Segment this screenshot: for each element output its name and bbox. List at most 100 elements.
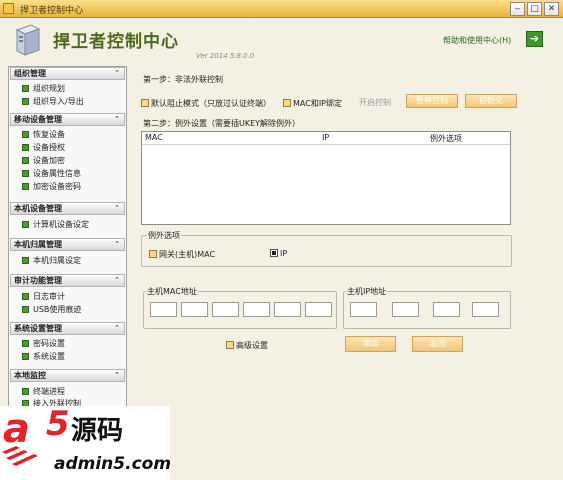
sidebar-section-org[interactable]: 组织管理 ⌃ <box>10 67 125 80</box>
sidebar-item-label: 密码设置 <box>33 339 65 348</box>
host-mac-title: 主机MAC地址 <box>146 286 198 297</box>
column-header-exception[interactable]: 例外选项 <box>430 133 462 144</box>
checkbox-box[interactable] <box>141 99 149 107</box>
item-icon <box>22 98 29 105</box>
back-button[interactable]: 返回 <box>412 336 463 352</box>
sidebar-item-restore[interactable]: 恢复设备 <box>22 129 65 141</box>
item-icon <box>22 340 29 347</box>
ip-octet-1-input[interactable] <box>350 302 377 317</box>
sidebar-item-ownership-set[interactable]: 本机归属设定 <box>22 255 81 267</box>
checkbox-box[interactable] <box>149 250 157 258</box>
app-icon <box>3 3 14 14</box>
sidebar-section-ownership[interactable]: 本机归属管理 ⌃ <box>10 238 125 251</box>
logo-digit-5: 5 <box>46 404 70 444</box>
logo-letter-a: a <box>3 406 30 452</box>
sidebar-item-label: 设备加密 <box>33 156 65 165</box>
section-title: 本机归属管理 <box>14 240 62 249</box>
checkbox-label: 默认阻止模式（只放过认证终端） <box>151 99 271 108</box>
exception-table[interactable]: MAC IP 例外选项 <box>141 131 511 225</box>
ip-octet-3-input[interactable] <box>433 302 460 317</box>
sidebar-item-device-password[interactable]: 加密设备密码 <box>22 181 81 193</box>
column-header-ip[interactable]: IP <box>322 133 329 142</box>
section-title: 移动设备管理 <box>14 115 62 124</box>
sidebar-item-label: 加密设备密码 <box>33 182 81 191</box>
item-icon <box>22 183 29 190</box>
logo-chinese-text: 源码 <box>71 416 124 446</box>
column-header-mac[interactable]: MAC <box>145 133 163 142</box>
item-icon <box>22 293 29 300</box>
sidebar-item-usb-trace[interactable]: USB使用痕迹 <box>22 304 81 316</box>
sidebar-item-device-info[interactable]: 设备属性信息 <box>22 168 81 180</box>
minimize-icon[interactable]: ‒ <box>510 2 525 16</box>
sidebar-item-encrypt[interactable]: 设备加密 <box>22 155 65 167</box>
sidebar-item-org-import[interactable]: 组织导入/导出 <box>22 96 84 108</box>
checkbox-label: 高级设置 <box>236 341 268 350</box>
default-block-checkbox[interactable]: 默认阻止模式（只放过认证终端） <box>141 98 271 109</box>
item-icon <box>22 85 29 92</box>
checkbox-box[interactable] <box>283 99 291 107</box>
watermark-logo: a 5 源码 admin5.com <box>0 404 171 480</box>
start-control-button[interactable]: 开启控制 <box>359 97 391 108</box>
sidebar-section-audit[interactable]: 审计功能管理 ⌃ <box>10 274 125 287</box>
sidebar-section-local-monitor[interactable]: 本地监控 ⌃ <box>10 369 125 382</box>
sidebar-item-computer-device[interactable]: 计算机设备设定 <box>22 219 89 231</box>
sidebar-section-local-device[interactable]: 本机设备管理 ⌃ <box>10 202 125 215</box>
sidebar-item-label: 设备属性信息 <box>33 169 81 178</box>
item-icon <box>22 157 29 164</box>
ip-checkbox[interactable]: IP <box>270 249 287 258</box>
item-icon <box>22 388 29 395</box>
item-icon <box>22 131 29 138</box>
mac-octet-1-input[interactable] <box>150 302 177 317</box>
sidebar-item-label: 终端进程 <box>33 387 65 396</box>
mac-octet-5-input[interactable] <box>274 302 301 317</box>
ip-octet-2-input[interactable] <box>392 302 419 317</box>
item-icon <box>22 170 29 177</box>
sidebar-section-system[interactable]: 系统设置管理 ⌃ <box>10 322 125 335</box>
mac-octet-6-input[interactable] <box>305 302 332 317</box>
version-text: Ver 2014 5.8.0.0 <box>196 52 255 60</box>
maximize-icon[interactable]: □ <box>527 2 542 16</box>
gateway-mac-checkbox[interactable]: 网关(主机)MAC <box>149 249 215 260</box>
sidebar-item-org-plan[interactable]: 组织规划 <box>22 83 65 95</box>
mac-octet-3-input[interactable] <box>212 302 239 317</box>
host-ip-title: 主机IP地址 <box>346 286 388 297</box>
sidebar-item-terminal-process[interactable]: 终端进程 <box>22 386 65 398</box>
stop-control-button[interactable]: 暂停控制 <box>406 94 458 108</box>
step1-label: 第一步：非法外联控制 <box>143 75 223 84</box>
sidebar-item-label: 恢复设备 <box>33 130 65 139</box>
add-button[interactable]: 添加 <box>345 336 396 352</box>
sidebar-item-label: 系统设置 <box>33 352 65 361</box>
arrow-right-icon[interactable]: ➔ <box>526 31 543 47</box>
section-title: 审计功能管理 <box>14 276 62 285</box>
sidebar-item-authorize[interactable]: 设备授权 <box>22 142 65 154</box>
help-link[interactable]: 帮助和使用中心(H) <box>443 35 511 46</box>
collapse-icon[interactable]: ⌃ <box>112 204 122 213</box>
sidebar-item-label: 本机归属设定 <box>33 256 81 265</box>
checkbox-box[interactable] <box>270 249 278 257</box>
collapse-icon[interactable]: ⌃ <box>112 69 122 78</box>
collapse-icon[interactable]: ⌃ <box>112 324 122 333</box>
collapse-icon[interactable]: ⌃ <box>112 371 122 380</box>
app-title: 捍卫者控制中心 <box>53 32 179 52</box>
sidebar-item-label: USB使用痕迹 <box>33 305 82 314</box>
window-title: 捍卫者控制中心 <box>20 6 84 16</box>
initialize-button[interactable]: 初始化 <box>465 94 517 108</box>
advanced-settings-checkbox[interactable]: 高级设置 <box>226 340 268 351</box>
section-title: 系统设置管理 <box>14 324 62 333</box>
mac-ip-bind-checkbox[interactable]: MAC和IP绑定 <box>283 98 342 109</box>
collapse-icon[interactable]: ⌃ <box>112 240 122 249</box>
mac-octet-2-input[interactable] <box>181 302 208 317</box>
mac-octet-4-input[interactable] <box>243 302 270 317</box>
sidebar-item-system-settings[interactable]: 系统设置 <box>22 351 65 363</box>
title-bar: 捍卫者控制中心 ‒ □ ✕ <box>0 0 563 18</box>
section-title: 组织管理 <box>14 69 46 78</box>
checkbox-box[interactable] <box>226 341 234 349</box>
checkbox-label: 网关(主机)MAC <box>159 250 216 259</box>
ip-octet-4-input[interactable] <box>472 302 499 317</box>
sidebar-item-password-settings[interactable]: 密码设置 <box>22 338 65 350</box>
sidebar-section-mobile[interactable]: 移动设备管理 ⌃ <box>10 113 125 126</box>
collapse-icon[interactable]: ⌃ <box>112 276 122 285</box>
sidebar-item-log-audit[interactable]: 日志审计 <box>22 291 65 303</box>
close-icon[interactable]: ✕ <box>544 2 559 16</box>
collapse-icon[interactable]: ⌃ <box>112 115 122 124</box>
